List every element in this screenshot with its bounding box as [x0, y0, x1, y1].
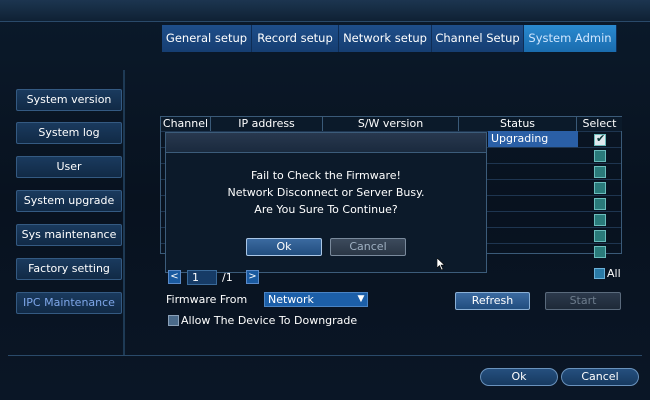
row-select-checkbox[interactable] — [594, 166, 606, 178]
start-button[interactable]: Start — [545, 292, 621, 310]
row-select-checkbox[interactable] — [594, 132, 606, 146]
dialog-message-line: Network Disconnect or Server Busy. — [227, 186, 425, 199]
allow-downgrade-label: Allow The Device To Downgrade — [181, 314, 358, 327]
firmware-from-label: Firmware From — [166, 293, 248, 306]
sidebar-item-sys-maintenance[interactable]: Sys maintenance — [16, 224, 122, 246]
row-select-checkbox[interactable] — [594, 214, 606, 226]
sidebar-item-factory-setting[interactable]: Factory setting — [16, 258, 122, 280]
firmware-source-select[interactable]: Network — [264, 292, 368, 307]
tab-network-setup[interactable]: Network setup — [339, 25, 432, 52]
sidebar-item-system-log[interactable]: System log — [16, 122, 122, 144]
dialog-cancel-button[interactable]: Cancel — [330, 238, 406, 256]
row-select-checkbox[interactable] — [594, 182, 606, 194]
column-header-status: Status — [459, 117, 577, 131]
mouse-cursor-icon — [437, 258, 445, 270]
dialog-title-bar — [166, 133, 486, 153]
tab-system-admin[interactable]: System Admin — [524, 25, 617, 52]
cancel-button[interactable]: Cancel — [561, 368, 639, 386]
page-number-input[interactable]: 1 — [187, 270, 217, 285]
tab-channel-setup[interactable]: Channel Setup — [432, 25, 524, 52]
row-select-checkbox[interactable] — [594, 246, 606, 258]
tab-bar: General setup Record setup Network setup… — [162, 25, 617, 52]
select-all-checkbox[interactable] — [594, 268, 605, 279]
top-bar — [0, 0, 650, 22]
column-header-select: Select — [577, 117, 622, 131]
sidebar-divider — [123, 70, 125, 355]
firmware-error-dialog: Fail to Check the Firmware! Network Disc… — [165, 132, 487, 273]
sidebar-item-user[interactable]: User — [16, 156, 122, 178]
page-total: /1 — [222, 271, 233, 284]
prev-page-button[interactable]: < — [168, 270, 181, 284]
dialog-message-line: Are You Sure To Continue? — [254, 203, 398, 216]
row-select-checkbox[interactable] — [594, 198, 606, 210]
column-header-channel: Channel — [161, 117, 211, 131]
status-cell: Upgrading — [488, 131, 578, 147]
dialog-ok-button[interactable]: Ok — [246, 238, 322, 256]
select-all-label: All — [607, 267, 621, 280]
row-select-checkbox[interactable] — [594, 150, 606, 162]
tab-general-setup[interactable]: General setup — [162, 25, 252, 52]
tab-record-setup[interactable]: Record setup — [252, 25, 339, 52]
refresh-button[interactable]: Refresh — [455, 292, 530, 310]
column-header-sw-version: S/W version — [323, 117, 459, 131]
dialog-message-line: Fail to Check the Firmware! — [251, 169, 401, 182]
chevron-down-icon: ▼ — [357, 294, 365, 304]
row-select-checkbox[interactable] — [594, 230, 606, 242]
sidebar-item-system-version[interactable]: System version — [16, 89, 122, 111]
next-page-button[interactable]: > — [246, 270, 259, 284]
allow-downgrade-checkbox[interactable] — [168, 315, 179, 326]
sidebar-item-ipc-maintenance[interactable]: IPC Maintenance — [16, 292, 122, 314]
column-header-ip-address: IP address — [211, 117, 323, 131]
ok-button[interactable]: Ok — [480, 368, 558, 386]
bottom-divider — [8, 355, 642, 356]
sidebar-item-system-upgrade[interactable]: System upgrade — [16, 190, 122, 212]
